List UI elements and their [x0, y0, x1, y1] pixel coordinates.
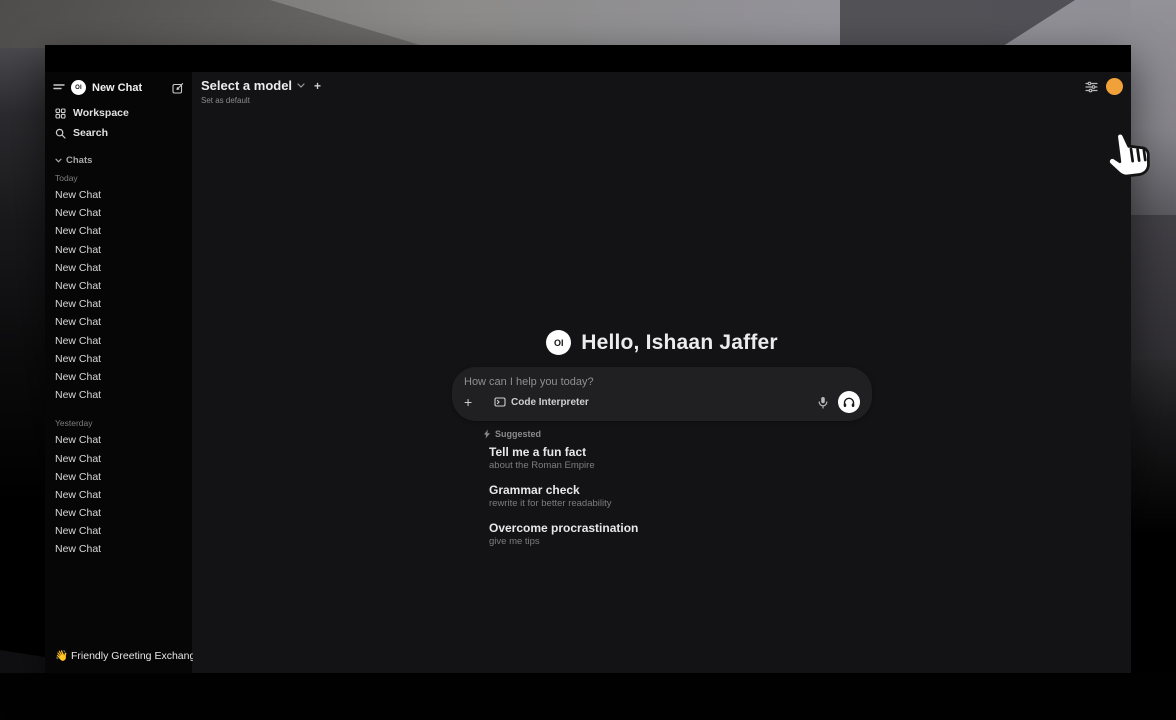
- greeting-logo: OI: [546, 330, 571, 355]
- chat-list-item[interactable]: New Chat: [53, 222, 184, 240]
- chat-list-item[interactable]: New Chat: [53, 504, 184, 522]
- new-chat-edit-icon[interactable]: [172, 82, 184, 94]
- bolt-icon: [483, 429, 491, 439]
- chat-list-item[interactable]: New Chat: [53, 204, 184, 222]
- chat-list-item[interactable]: New Chat: [53, 241, 184, 259]
- suggestion-item[interactable]: Overcome procrastinationgive me tips: [483, 515, 872, 553]
- wallpaper-left-band: [0, 48, 45, 720]
- model-selector[interactable]: Select a model +: [201, 78, 321, 93]
- suggested-label: Suggested: [495, 429, 541, 439]
- app-window: OI New Chat: [45, 45, 1131, 673]
- greeting: OI Hello, Ishaan Jaffer: [452, 330, 872, 355]
- voice-call-button[interactable]: [838, 391, 860, 413]
- chat-list-item[interactable]: New Chat: [53, 368, 184, 386]
- chats-section-label: Chats: [66, 155, 92, 166]
- sidebar-toggle-icon[interactable]: [53, 83, 65, 93]
- sidebar-item-search[interactable]: Search: [53, 123, 184, 143]
- chat-list-item[interactable]: New Chat: [53, 386, 184, 404]
- suggestion-title: Tell me a fun fact: [489, 445, 872, 459]
- chat-list-item[interactable]: New Chat: [53, 277, 184, 295]
- chats-section-toggle[interactable]: Chats: [45, 145, 192, 168]
- desktop-background: OI New Chat: [0, 0, 1176, 720]
- set-as-default-button[interactable]: Set as default: [201, 96, 321, 105]
- chat-list: TodayNew ChatNew ChatNew ChatNew ChatNew…: [45, 168, 192, 647]
- search-icon: [55, 128, 66, 139]
- greeting-text: Hello, Ishaan Jaffer: [581, 331, 778, 355]
- suggestions-list: Tell me a fun factabout the Roman Empire…: [483, 439, 872, 553]
- sidebar-title: New Chat: [92, 82, 166, 94]
- wallpaper-right-band: [1131, 0, 1176, 720]
- chat-list-item[interactable]: New Chat: [53, 540, 184, 558]
- code-interpreter-toggle[interactable]: Code Interpreter: [494, 397, 589, 408]
- chat-list-item[interactable]: New Chat: [53, 259, 184, 277]
- grid-icon: [55, 108, 66, 119]
- sidebar-item-workspace[interactable]: Workspace: [53, 103, 184, 123]
- model-selector-label: Select a model: [201, 78, 292, 93]
- suggestion-subtitle: about the Roman Empire: [489, 460, 872, 472]
- input-toolbar: + Code Interpreter: [464, 391, 860, 413]
- chevron-down-icon: [297, 83, 305, 88]
- sidebar: OI New Chat: [45, 72, 193, 673]
- add-model-button[interactable]: +: [314, 79, 321, 93]
- attach-button[interactable]: +: [464, 395, 480, 409]
- code-interpreter-label: Code Interpreter: [511, 397, 589, 408]
- chat-list-item-named[interactable]: 👋 Friendly Greeting Exchange: [53, 647, 184, 665]
- settings-sliders-icon[interactable]: [1085, 81, 1098, 93]
- chat-list-item[interactable]: New Chat: [53, 332, 184, 350]
- sidebar-nav: Workspace Search: [45, 101, 192, 145]
- user-avatar[interactable]: [1106, 78, 1123, 95]
- chat-input[interactable]: [464, 376, 860, 388]
- suggestion-item[interactable]: Grammar checkrewrite it for better reada…: [483, 477, 872, 515]
- suggested-section: Suggested Tell me a fun factabout the Ro…: [452, 429, 872, 553]
- sidebar-header: OI New Chat: [45, 78, 192, 101]
- chat-list-item[interactable]: New Chat: [53, 486, 184, 504]
- chat-list-item[interactable]: New Chat: [53, 295, 184, 313]
- suggestion-subtitle: give me tips: [489, 536, 872, 548]
- chat-list-item[interactable]: New Chat: [53, 468, 184, 486]
- chevron-down-icon: [55, 158, 62, 163]
- chat-section-label: Today: [53, 168, 184, 186]
- topbar-right: [1085, 78, 1123, 95]
- chat-section-label: Yesterday: [53, 404, 184, 431]
- chat-list-item[interactable]: New Chat: [53, 313, 184, 331]
- sidebar-item-label: Workspace: [73, 107, 129, 119]
- window-titlebar: [45, 45, 1131, 72]
- suggested-header: Suggested: [483, 429, 872, 439]
- app-logo: OI: [71, 80, 86, 95]
- mic-icon[interactable]: [818, 396, 828, 409]
- suggestion-title: Grammar check: [489, 483, 872, 497]
- wallpaper-shape: [1131, 215, 1176, 360]
- model-selector-area: Select a model + Set as default: [201, 78, 321, 105]
- suggestion-item[interactable]: Tell me a fun factabout the Roman Empire: [483, 439, 872, 477]
- main-area: Select a model + Set as default: [193, 72, 1131, 673]
- code-interpreter-icon: [494, 397, 506, 407]
- sidebar-item-label: Search: [73, 127, 108, 139]
- wallpaper-bottom-band: [0, 673, 1176, 720]
- chat-list-item[interactable]: New Chat: [53, 431, 184, 449]
- chat-list-item[interactable]: New Chat: [53, 449, 184, 467]
- suggestion-subtitle: rewrite it for better readability: [489, 498, 872, 510]
- chat-list-item[interactable]: New Chat: [53, 186, 184, 204]
- home-content: OI Hello, Ishaan Jaffer +: [452, 330, 872, 553]
- chat-list-item[interactable]: New Chat: [53, 350, 184, 368]
- suggestion-title: Overcome procrastination: [489, 521, 872, 535]
- chat-input-card[interactable]: + Code Interpreter: [452, 367, 872, 421]
- chat-list-item[interactable]: New Chat: [53, 522, 184, 540]
